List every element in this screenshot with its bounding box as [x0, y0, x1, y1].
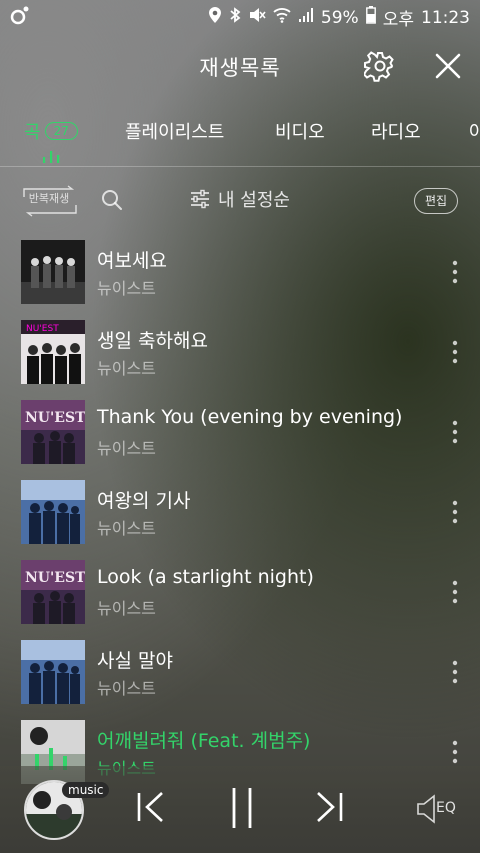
song-artist: 뉴이스트 [97, 359, 156, 378]
wifi-icon [273, 7, 291, 28]
more-options-button[interactable] [446, 738, 464, 766]
tab-playlist[interactable]: 플레이리스트 [125, 118, 224, 144]
more-vertical-icon [452, 420, 458, 444]
mute-icon [248, 6, 266, 29]
album-art: NU'EST [21, 560, 85, 624]
status-bar: 59% 오후 11:23 [0, 0, 480, 32]
list-item[interactable]: NU'EST Thank You (evening by evening) 뉴이… [0, 400, 480, 464]
song-title: Thank You (evening by evening) [97, 406, 403, 428]
list-item[interactable]: 사실 말야 뉴이스트 [0, 640, 480, 704]
app-notification-icon [10, 5, 30, 30]
tab-bar: 곡 27 플레이리스트 비디오 라디오 아 [0, 108, 480, 167]
tab-radio[interactable]: 라디오 [371, 118, 421, 144]
album-art [21, 240, 85, 304]
song-title: 여왕의 기사 [97, 490, 191, 512]
header: 재생목록 [0, 40, 480, 95]
album-art: NU'EST [21, 320, 85, 384]
eq-label: EQ [436, 800, 456, 816]
tab-songs-label: 곡 [24, 122, 41, 143]
album-art: NU'EST [21, 400, 85, 464]
battery-percent: 59% [320, 7, 359, 28]
song-title: 사실 말야 [97, 650, 173, 672]
album-art [21, 640, 85, 704]
svg-text:NU'EST: NU'EST [25, 410, 85, 426]
pause-icon [232, 788, 252, 828]
eq-button[interactable]: EQ [416, 794, 460, 828]
list-item[interactable]: NU'EST Look (a starlight night) 뉴이스트 [0, 560, 480, 624]
sort-button[interactable]: 내 설정순 [190, 186, 290, 212]
repeat-button[interactable]: 반복재생 [21, 185, 77, 217]
more-vertical-icon [452, 260, 458, 284]
song-artist: 뉴이스트 [97, 279, 156, 298]
song-title: Look (a starlight night) [97, 566, 314, 588]
list-item[interactable]: 여왕의 기사 뉴이스트 [0, 480, 480, 544]
song-artist: 뉴이스트 [97, 519, 156, 538]
list-item[interactable]: 여보세요 뉴이스트 [0, 240, 480, 304]
clock-ampm: 오후 [382, 10, 414, 30]
location-icon [208, 6, 222, 29]
more-vertical-icon [452, 500, 458, 524]
mini-player: music EQ [0, 766, 480, 853]
pause-button[interactable] [228, 786, 256, 834]
close-button[interactable] [432, 50, 464, 82]
song-artist: 뉴이스트 [97, 679, 156, 698]
bluetooth-icon [229, 6, 241, 29]
tab-more[interactable]: 아 [469, 118, 480, 144]
more-options-button[interactable] [446, 578, 464, 606]
song-artist: 뉴이스트 [97, 599, 156, 618]
album-art [21, 480, 85, 544]
gear-icon [362, 51, 394, 82]
page-title: 재생목록 [199, 56, 281, 80]
song-artist: 뉴이스트 [97, 439, 156, 458]
sort-label: 내 설정순 [218, 190, 290, 211]
more-vertical-icon [452, 660, 458, 684]
music-tag: music [62, 782, 110, 798]
song-title: 어깨빌려줘 (Feat. 계범주) [97, 730, 311, 752]
search-button[interactable] [100, 188, 124, 216]
signal-icon [298, 7, 314, 28]
more-options-button[interactable] [446, 258, 464, 286]
more-options-button[interactable] [446, 418, 464, 446]
now-playing-indicator-icon [42, 148, 60, 167]
tab-video[interactable]: 비디오 [275, 118, 325, 144]
skip-previous-icon [137, 792, 163, 822]
song-title: 생일 축하해요 [97, 330, 208, 352]
tab-songs[interactable]: 곡 27 [24, 118, 78, 144]
sort-settings-icon [191, 189, 209, 209]
svg-text:NU'EST: NU'EST [25, 570, 85, 586]
more-vertical-icon [452, 580, 458, 604]
svg-text:NU'EST: NU'EST [26, 324, 59, 334]
more-vertical-icon [452, 740, 458, 764]
battery-icon [365, 6, 376, 29]
settings-button[interactable] [362, 50, 396, 82]
previous-button[interactable] [136, 790, 166, 828]
more-vertical-icon [452, 340, 458, 364]
close-icon [435, 53, 461, 79]
song-title: 여보세요 [97, 250, 167, 272]
next-button[interactable] [314, 790, 344, 828]
search-icon [102, 190, 122, 210]
list-toolbar: 반복재생 내 설정순 편집 [0, 180, 480, 220]
skip-next-icon [317, 792, 343, 822]
more-options-button[interactable] [446, 658, 464, 686]
edit-button[interactable]: 편집 [414, 188, 458, 214]
more-options-button[interactable] [446, 498, 464, 526]
more-options-button[interactable] [446, 338, 464, 366]
list-item[interactable]: NU'EST 생일 축하해요 뉴이스트 [0, 320, 480, 384]
clock-time: 11:23 [421, 7, 470, 28]
repeat-icon [23, 185, 77, 217]
song-count-badge: 27 [44, 122, 78, 140]
